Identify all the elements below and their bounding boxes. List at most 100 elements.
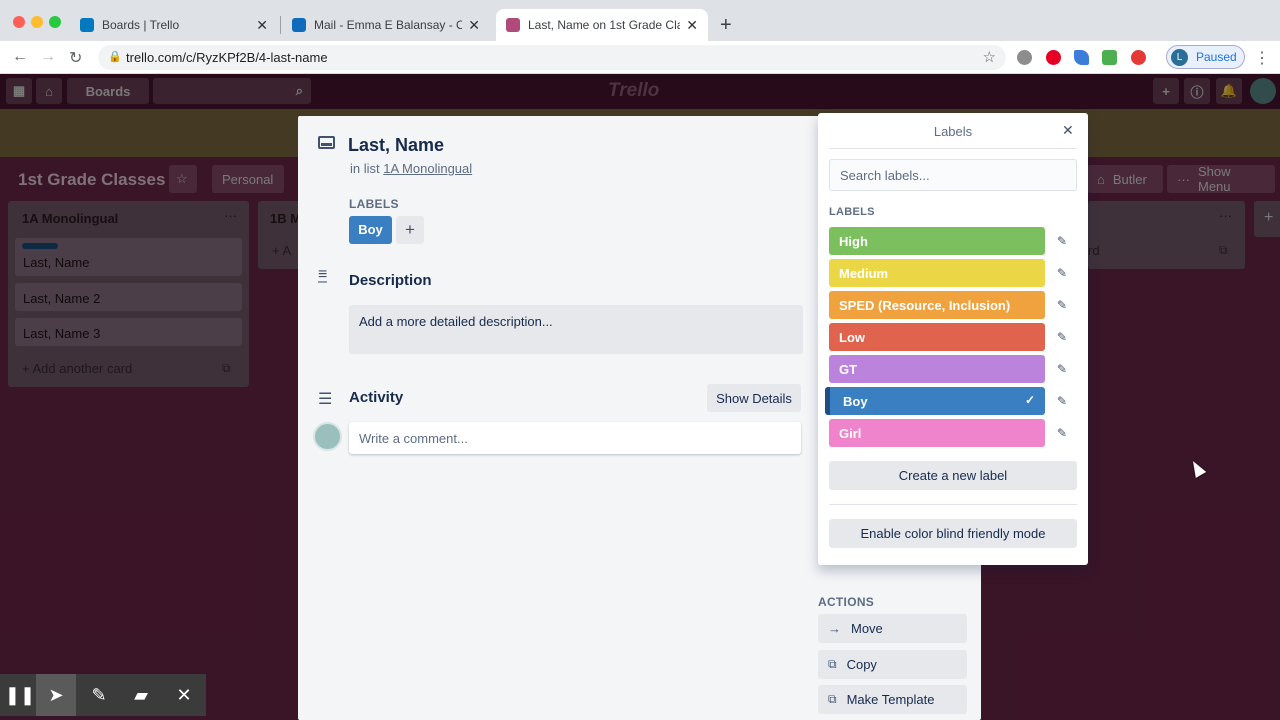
browser-tab-mail[interactable]: Mail - Emma E Balansay - Outlo ✕ bbox=[282, 9, 490, 41]
trello-favicon-icon bbox=[506, 18, 520, 32]
search-labels-placeholder: Search labels... bbox=[840, 168, 930, 183]
search-labels-input[interactable]: Search labels... bbox=[829, 159, 1077, 191]
make-template-button[interactable]: ⧉ Make Template bbox=[818, 685, 967, 714]
copy-label: Copy bbox=[846, 657, 877, 672]
add-label-button[interactable]: + bbox=[396, 216, 424, 244]
outlook-favicon-icon bbox=[292, 18, 306, 32]
label-option-girl[interactable]: Girl bbox=[829, 419, 1045, 447]
actions-heading: ACTIONS bbox=[818, 595, 875, 609]
close-tab-icon[interactable]: ✕ bbox=[686, 17, 698, 34]
highlighter-tool-icon[interactable]: ▰ bbox=[121, 674, 161, 716]
labels-heading: LABELS bbox=[349, 197, 399, 211]
label-name: SPED (Resource, Inclusion) bbox=[839, 298, 1011, 313]
check-icon: ✓ bbox=[1024, 393, 1035, 407]
profile-status: Paused bbox=[1196, 50, 1237, 64]
close-toolbar-icon[interactable]: ✕ bbox=[164, 674, 204, 716]
arrow-right-icon: → bbox=[828, 621, 841, 636]
move-button[interactable]: → Move bbox=[818, 614, 967, 643]
popover-divider bbox=[829, 148, 1077, 149]
trello-favicon-icon bbox=[80, 18, 94, 32]
card-title-field[interactable]: Last, Name bbox=[348, 135, 444, 156]
activity-heading: Activity bbox=[349, 389, 404, 406]
comment-placeholder: Write a comment... bbox=[359, 431, 468, 446]
profile-button[interactable]: L Paused bbox=[1166, 45, 1245, 69]
close-tab-icon[interactable]: ✕ bbox=[256, 17, 268, 34]
close-popover-icon[interactable]: ✕ bbox=[1062, 122, 1074, 139]
make-template-label: Make Template bbox=[846, 692, 935, 707]
color-blind-text: Enable color blind friendly mode bbox=[860, 526, 1046, 541]
create-label-text: Create a new label bbox=[898, 468, 1008, 483]
create-label-button[interactable]: Create a new label bbox=[829, 461, 1077, 490]
edit-label-icon[interactable]: ✎ bbox=[1057, 330, 1067, 344]
tab-title: Boards | Trello bbox=[102, 18, 180, 32]
activity-icon: ☰ bbox=[318, 391, 333, 408]
label-option-high[interactable]: High bbox=[829, 227, 1045, 255]
label-option-gt[interactable]: GT bbox=[829, 355, 1045, 383]
popover-title: Labels bbox=[933, 124, 973, 139]
edit-label-icon[interactable]: ✎ bbox=[1057, 234, 1067, 248]
in-list-prefix: in list bbox=[350, 161, 380, 176]
new-tab-button[interactable]: + bbox=[720, 14, 732, 37]
browser-tab-boards[interactable]: Boards | Trello ✕ bbox=[70, 9, 278, 41]
pointer-tool-icon[interactable]: ➤ bbox=[36, 674, 76, 716]
window-minimize-button[interactable] bbox=[31, 16, 43, 28]
color-blind-mode-button[interactable]: Enable color blind friendly mode bbox=[829, 519, 1077, 548]
in-list-line: in list 1A Monolingual bbox=[350, 161, 472, 176]
description-heading: Description bbox=[349, 272, 432, 289]
label-name: Medium bbox=[839, 266, 889, 281]
close-tab-icon[interactable]: ✕ bbox=[468, 17, 480, 34]
reload-icon[interactable]: ↻ bbox=[69, 48, 82, 68]
list-link[interactable]: 1A Monolingual bbox=[383, 161, 472, 176]
show-details-label: Show Details bbox=[716, 390, 792, 406]
show-details-button[interactable]: Show Details bbox=[707, 384, 801, 412]
card-icon bbox=[318, 136, 335, 149]
label-name: Girl bbox=[839, 426, 862, 441]
pinterest-extension-icon[interactable] bbox=[1046, 50, 1061, 65]
record-extension-icon[interactable] bbox=[1131, 50, 1146, 65]
label-option-boy[interactable]: Boy ✓ bbox=[825, 387, 1045, 415]
back-icon[interactable]: ← bbox=[12, 48, 28, 66]
browser-tab-card[interactable]: Last, Name on 1st Grade Classe ✕ bbox=[496, 9, 708, 41]
label-name: Boy bbox=[843, 394, 868, 409]
address-bar[interactable]: 🔒 trello.com/c/RyzKPf2B/4-last-name ☆ bbox=[98, 45, 1006, 70]
green-extension-icon[interactable] bbox=[1102, 50, 1117, 65]
edit-label-icon[interactable]: ✎ bbox=[1057, 266, 1067, 280]
labels-section-heading: LABELS bbox=[829, 206, 875, 218]
label-option-medium[interactable]: Medium bbox=[829, 259, 1045, 287]
label-name: High bbox=[839, 234, 868, 249]
popover-divider bbox=[829, 504, 1077, 505]
edit-label-icon[interactable]: ✎ bbox=[1057, 362, 1067, 376]
tab-title: Mail - Emma E Balansay - Outlo bbox=[314, 18, 463, 32]
edit-label-icon[interactable]: ✎ bbox=[1057, 298, 1067, 312]
feather-extension-icon[interactable] bbox=[1074, 50, 1089, 65]
tab-title: Last, Name on 1st Grade Classe bbox=[528, 18, 681, 32]
description-field[interactable]: Add a more detailed description... bbox=[349, 305, 803, 354]
cloud-extension-icon[interactable] bbox=[1017, 50, 1032, 65]
profile-avatar: L bbox=[1171, 48, 1188, 66]
copy-icon: ⧉ bbox=[828, 657, 837, 671]
template-icon: ⧉ bbox=[828, 692, 837, 706]
url-text: trello.com/c/RyzKPf2B/4-last-name bbox=[126, 50, 328, 65]
description-icon: ≡ ‒ bbox=[318, 266, 328, 290]
move-label: Move bbox=[851, 621, 883, 636]
label-name: GT bbox=[839, 362, 858, 377]
window-zoom-button[interactable] bbox=[49, 16, 61, 28]
copy-button[interactable]: ⧉ Copy bbox=[818, 650, 967, 679]
label-option-sped[interactable]: SPED (Resource, Inclusion) bbox=[829, 291, 1045, 319]
description-placeholder: Add a more detailed description... bbox=[359, 314, 553, 329]
edit-label-icon[interactable]: ✎ bbox=[1057, 394, 1067, 408]
tab-separator bbox=[280, 16, 281, 34]
edit-label-icon[interactable]: ✎ bbox=[1057, 426, 1067, 440]
label-name: Low bbox=[839, 330, 865, 345]
browser-menu-icon[interactable]: ⋮ bbox=[1254, 48, 1270, 68]
user-avatar bbox=[313, 422, 342, 451]
bookmark-star-icon[interactable]: ☆ bbox=[983, 48, 996, 66]
pen-tool-icon[interactable]: ✎ bbox=[79, 674, 119, 716]
lock-icon: 🔒 bbox=[108, 51, 122, 63]
window-close-button[interactable] bbox=[13, 16, 25, 28]
pause-icon[interactable]: ❚❚ bbox=[0, 674, 40, 716]
label-option-low[interactable]: Low bbox=[829, 323, 1045, 351]
card-label-boy[interactable]: Boy bbox=[349, 216, 392, 244]
comment-input[interactable]: Write a comment... bbox=[349, 422, 801, 454]
forward-icon[interactable]: → bbox=[40, 48, 56, 66]
